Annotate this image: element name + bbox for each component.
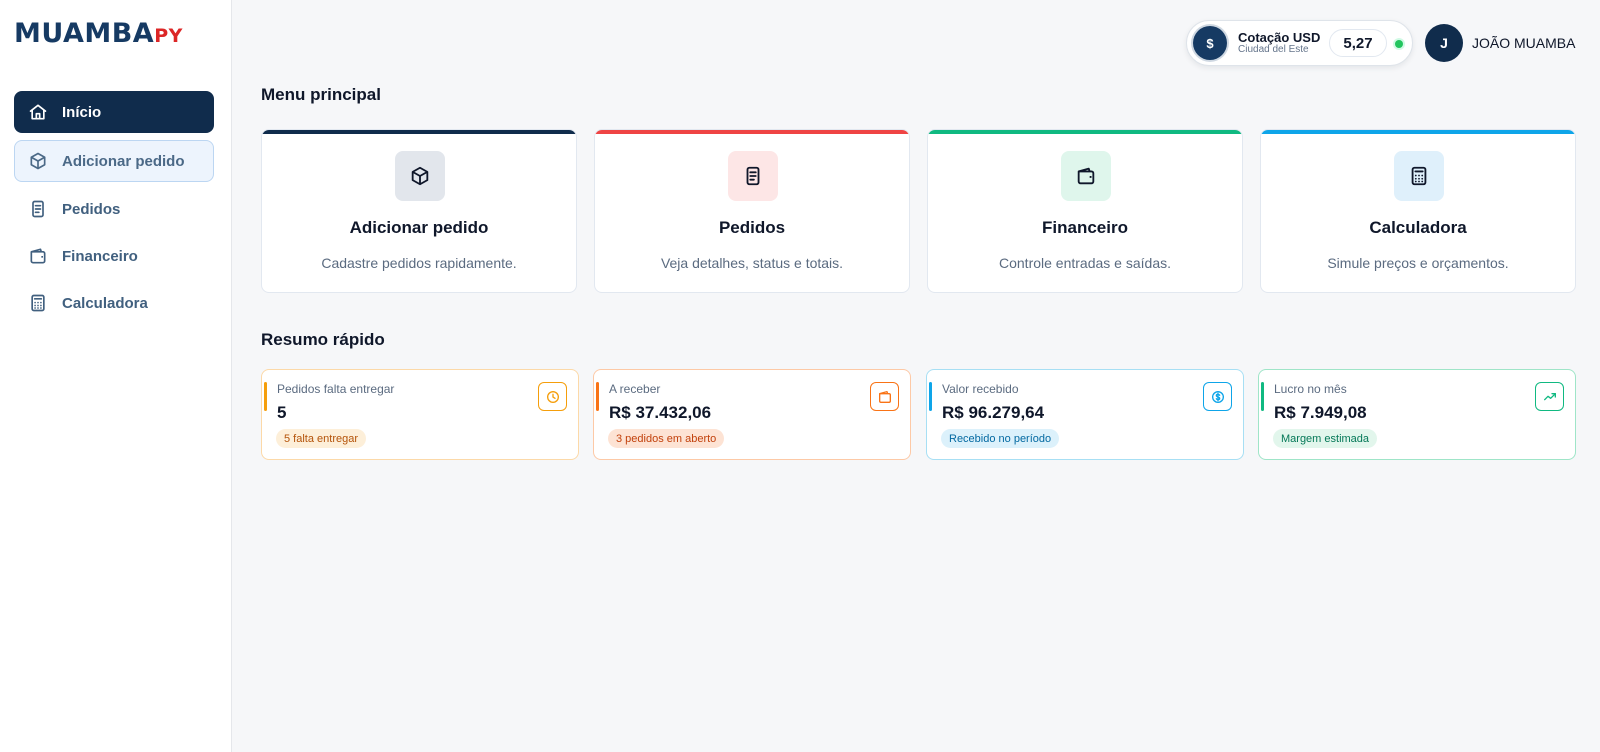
stat-value: R$ 37.432,06	[609, 403, 712, 422]
card-title: Pedidos	[718, 218, 786, 237]
stat-label: Lucro no mês	[1274, 382, 1347, 396]
rate-title: Cotação USD	[1238, 30, 1321, 45]
sidebar-item-label: Pedidos	[62, 200, 121, 218]
rate-subtitle: Ciudad del Este	[1238, 44, 1309, 55]
sidebar-item-adicionar-pedido[interactable]: Adicionar pedido	[14, 140, 214, 182]
section-title-resumo: Resumo rápido	[261, 330, 385, 349]
stat-accent	[264, 382, 267, 411]
box-icon	[395, 151, 445, 201]
stat-label: Pedidos falta entregar	[277, 382, 395, 396]
sidebar-item-label: Calculadora	[62, 294, 148, 312]
stat-label: A receber	[609, 382, 661, 396]
status-badge: Margem estimada	[1273, 429, 1378, 448]
card-accent-bar	[262, 130, 576, 134]
status-badge: 5 falta entregar	[276, 429, 366, 448]
calculator-icon	[1394, 151, 1444, 201]
rate-value: 5,27	[1329, 29, 1387, 57]
sidebar-item-calculadora[interactable]: Calculadora	[14, 283, 214, 323]
app-logo[interactable]: MUAMBA PY	[14, 18, 183, 50]
status-dot-icon	[1395, 40, 1403, 48]
sidebar-item-pedidos[interactable]: Pedidos	[14, 189, 214, 229]
card-description: Controle entradas e saídas.	[999, 255, 1171, 271]
stat-accent	[929, 382, 932, 411]
calculator-icon	[28, 293, 48, 313]
stat-value: R$ 7.949,08	[1274, 403, 1367, 422]
stat-card-lucro-no-mes[interactable]: Lucro no mês R$ 7.949,08 Margem estimada	[1258, 369, 1576, 460]
menu-card-adicionar-pedido[interactable]: Adicionar pedido Cadastre pedidos rapida…	[261, 129, 577, 293]
stat-label: Valor recebido	[942, 382, 1019, 396]
wallet-icon	[870, 382, 899, 411]
sidebar-item-label: Início	[62, 103, 102, 121]
wallet-icon	[28, 246, 48, 266]
dollar-circle-icon	[1203, 382, 1232, 411]
card-accent-bar	[1261, 130, 1575, 134]
clock-icon	[538, 382, 567, 411]
stat-card-a-receber[interactable]: A receber R$ 37.432,06 3 pedidos em aber…	[593, 369, 911, 460]
stat-value: R$ 96.279,64	[942, 403, 1045, 422]
section-title-menu: Menu principal	[261, 85, 381, 104]
sidebar-item-label: Financeiro	[62, 247, 138, 265]
stat-value: 5	[277, 403, 287, 422]
status-badge: 3 pedidos em aberto	[608, 429, 725, 448]
logo-main-text: MUAMBA	[14, 18, 155, 49]
usd-rate-widget[interactable]: $ Cotação USD Ciudad del Este 5,27	[1186, 20, 1413, 66]
wallet-icon	[1061, 151, 1111, 201]
home-icon	[28, 102, 48, 122]
dollar-icon: $	[1193, 26, 1227, 60]
sidebar: MUAMBA PY Início Adicionar pedido Pedido…	[0, 0, 232, 752]
menu-card-pedidos[interactable]: Pedidos Veja detalhes, status e totais.	[594, 129, 910, 293]
avatar: J	[1425, 24, 1463, 62]
user-menu[interactable]: J JOÃO MUAMBA	[1425, 24, 1575, 62]
sidebar-nav: Início Adicionar pedido Pedidos Financei…	[14, 91, 214, 330]
logo-accent-text: PY	[154, 25, 183, 47]
sidebar-item-financeiro[interactable]: Financeiro	[14, 236, 214, 276]
trend-up-icon	[1535, 382, 1564, 411]
stat-card-pedidos-falta-entregar[interactable]: Pedidos falta entregar 5 5 falta entrega…	[261, 369, 579, 460]
card-title: Calculadora	[1369, 218, 1467, 237]
document-icon	[728, 151, 778, 201]
card-title: Adicionar pedido	[349, 218, 489, 237]
card-description: Veja detalhes, status e totais.	[660, 255, 844, 271]
card-accent-bar	[595, 130, 909, 134]
document-icon	[28, 199, 48, 219]
status-badge: Recebido no período	[941, 429, 1060, 448]
user-name: JOÃO MUAMBA	[1472, 35, 1576, 51]
card-title: Financeiro	[1042, 218, 1128, 237]
sidebar-item-label: Adicionar pedido	[62, 152, 185, 170]
card-description: Cadastre pedidos rapidamente.	[321, 255, 517, 271]
menu-card-financeiro[interactable]: Financeiro Controle entradas e saídas.	[927, 129, 1243, 293]
sidebar-item-inicio[interactable]: Início	[14, 91, 214, 133]
box-icon	[28, 151, 48, 171]
stat-card-valor-recebido[interactable]: Valor recebido R$ 96.279,64 Recebido no …	[926, 369, 1244, 460]
stat-accent	[596, 382, 599, 411]
stat-accent	[1261, 382, 1264, 411]
card-accent-bar	[928, 130, 1242, 134]
menu-card-calculadora[interactable]: Calculadora Simule preços e orçamentos.	[1260, 129, 1576, 293]
card-description: Simule preços e orçamentos.	[1327, 255, 1509, 271]
